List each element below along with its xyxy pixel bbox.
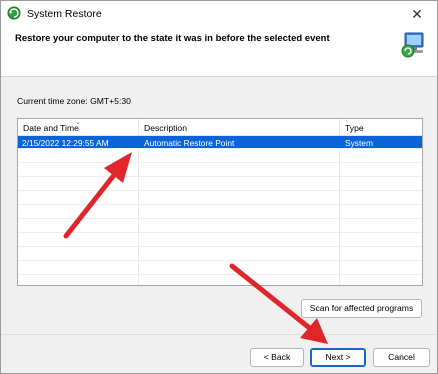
scan-affected-programs-button[interactable]: Scan for affected programs [301,299,422,318]
timezone-label: Current time zone: GMT+5:30 [17,96,131,106]
header-type[interactable]: Type [345,123,364,133]
empty-row [18,248,422,261]
empty-row [18,150,422,163]
footer-divider [1,334,437,335]
list-header: Date and Time ⌄ Description Type [18,119,422,136]
system-restore-icon [7,6,21,20]
cell-date: 2/15/2022 12:29:55 AM [22,138,109,148]
empty-row [18,206,422,219]
next-button[interactable]: Next > [310,348,366,367]
window-title: System Restore [27,8,102,20]
cell-description: Automatic Restore Point [144,138,235,148]
empty-row [18,220,422,233]
sort-indicator-icon: ⌄ [75,119,81,126]
header-description[interactable]: Description [144,123,187,133]
close-icon[interactable]: ✕ [397,1,437,27]
empty-row [18,192,422,205]
empty-row [18,234,422,247]
header-date-and-time[interactable]: Date and Time [23,123,79,133]
empty-row [18,164,422,177]
header-title: Restore your computer to the state it wa… [15,33,330,44]
table-row[interactable]: 2/15/2022 12:29:55 AM Automatic Restore … [18,136,422,149]
title-bar: System Restore ✕ [1,1,437,27]
cancel-button[interactable]: Cancel [373,348,430,367]
restore-points-list[interactable]: Date and Time ⌄ Description Type 2/15/20… [17,118,423,286]
computer-restore-icon [401,32,424,58]
wizard-header: Restore your computer to the state it wa… [1,27,437,77]
empty-row [18,178,422,191]
empty-row [18,262,422,275]
system-restore-window: System Restore ✕ Restore your computer t… [0,0,438,374]
back-button[interactable]: < Back [250,348,304,367]
cell-type: System [345,138,373,148]
